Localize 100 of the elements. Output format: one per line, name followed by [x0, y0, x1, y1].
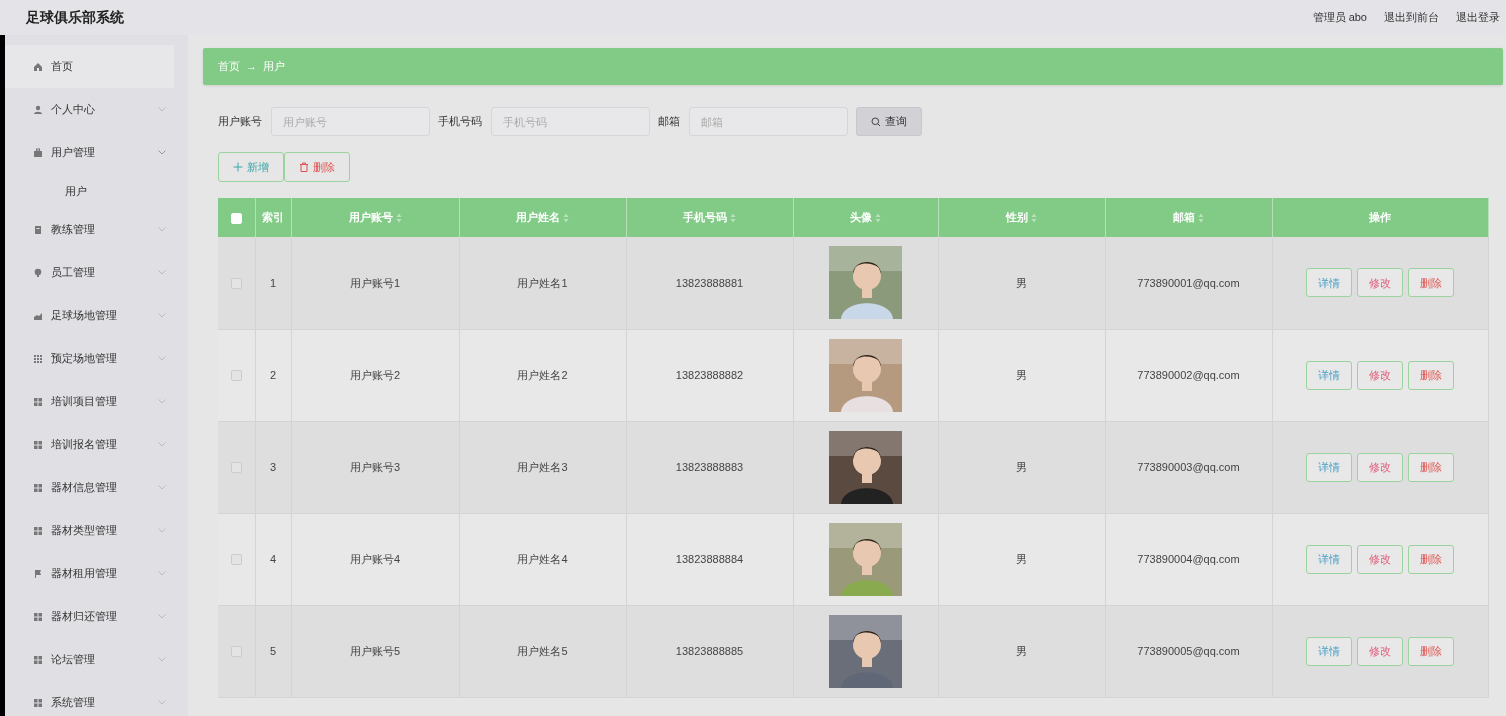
menu-label: 预定场地管理: [51, 351, 118, 367]
table-cell: 4: [269, 552, 277, 565]
apps-icon: [33, 611, 43, 622]
sort-icon[interactable]: [395, 213, 402, 224]
table-cell: 用户姓名5: [517, 644, 568, 657]
menu-label: 教练管理: [51, 222, 96, 238]
menu-item[interactable]: 教练管理: [5, 208, 188, 251]
menu-label: 器材信息管理: [51, 480, 118, 496]
column-header[interactable]: 性别: [1006, 211, 1037, 224]
column-header[interactable]: 用户姓名: [516, 211, 569, 224]
apps-icon: [33, 697, 43, 708]
table-cell: 773890001@qq.com: [1137, 276, 1240, 289]
menu-label: 系统管理: [51, 695, 96, 711]
home-icon: [33, 61, 43, 72]
table-cell: 用户账号4: [349, 552, 401, 565]
header-link[interactable]: 退出到前台: [1384, 9, 1439, 26]
row-checkbox[interactable]: [230, 370, 242, 382]
search-field[interactable]: 邮箱: [689, 107, 848, 136]
grid-icon: [33, 353, 43, 364]
menu-item[interactable]: 用户管理: [5, 131, 188, 174]
edit-button[interactable]: 修改: [1357, 544, 1403, 574]
apps-icon: [33, 396, 43, 407]
menu-label: 培训报名管理: [51, 437, 118, 453]
details-button[interactable]: 详情: [1306, 452, 1352, 482]
menu-label: 培训项目管理: [51, 394, 118, 410]
delete-button[interactable]: 删除: [1408, 636, 1454, 666]
details-button[interactable]: 详情: [1306, 544, 1352, 574]
trash-icon: [299, 162, 309, 172]
edit-button[interactable]: 修改: [1357, 452, 1403, 482]
row-checkbox[interactable]: [230, 462, 242, 474]
table-cell: 男: [1016, 368, 1027, 381]
menu-item[interactable]: 器材归还管理: [5, 595, 188, 638]
details-button[interactable]: 详情: [1306, 360, 1352, 390]
row-checkbox[interactable]: [230, 554, 242, 566]
menu-item[interactable]: 器材租用管理: [5, 552, 188, 595]
column-header[interactable]: 头像: [850, 211, 881, 224]
field-label: 手机号码: [438, 114, 482, 130]
menu-item[interactable]: 首页: [5, 45, 174, 88]
menu-item[interactable]: 培训项目管理: [5, 380, 188, 423]
edit-button[interactable]: 修改: [1357, 360, 1403, 390]
menu-label: 器材租用管理: [51, 566, 118, 582]
breadcrumb-arrow: →: [246, 59, 257, 75]
menu-item[interactable]: 论坛管理: [5, 638, 188, 681]
table-cell: 2: [269, 368, 277, 381]
sort-icon[interactable]: [1198, 213, 1204, 224]
menu-label: 员工管理: [51, 265, 96, 281]
table-cell: 用户账号3: [349, 460, 401, 473]
sort-icon[interactable]: [1031, 213, 1037, 224]
table-cell: 773890004@qq.com: [1137, 552, 1240, 565]
breadcrumb-item[interactable]: 首页: [218, 58, 240, 75]
apps-icon: [33, 525, 43, 536]
menu-item[interactable]: 员工管理: [5, 251, 188, 294]
row-checkbox[interactable]: [230, 646, 242, 658]
menu-item[interactable]: 足球场地管理: [5, 294, 188, 337]
menu-label: 器材类型管理: [51, 523, 118, 539]
column-header[interactable]: 邮箱: [1173, 211, 1204, 224]
table-cell: 用户姓名1: [517, 276, 568, 289]
delete-button[interactable]: 删除: [1408, 452, 1454, 482]
table-cell: 773890005@qq.com: [1137, 644, 1240, 657]
header-link[interactable]: 管理员 abo: [1312, 9, 1367, 26]
menu-item[interactable]: 系统管理: [5, 681, 188, 716]
table-cell: 用户姓名2: [517, 368, 568, 381]
menu-label: 论坛管理: [51, 652, 96, 668]
menu-item[interactable]: 预定场地管理: [5, 337, 188, 380]
menu-item[interactable]: 器材信息管理: [5, 466, 188, 509]
table-cell: 用户账号1: [349, 276, 401, 289]
table-cell: 13823888884: [675, 552, 744, 565]
delete-button[interactable]: 删除: [1408, 360, 1454, 390]
menu-item[interactable]: 器材类型管理: [5, 509, 188, 552]
apps-icon: [33, 482, 43, 493]
sort-icon[interactable]: [730, 213, 736, 224]
header-link[interactable]: 退出登录: [1456, 9, 1500, 26]
add-button[interactable]: 新增: [218, 152, 284, 182]
select-all-checkbox[interactable]: [230, 212, 242, 224]
edit-button[interactable]: 修改: [1357, 268, 1403, 298]
delete-button[interactable]: 删除: [1408, 544, 1454, 574]
details-button[interactable]: 详情: [1306, 636, 1352, 666]
table-cell: 用户姓名3: [517, 460, 568, 473]
table-cell: 13823888881: [675, 276, 744, 289]
search-button[interactable]: 查询: [856, 107, 922, 136]
table-cell: 13823888882: [675, 368, 744, 381]
sort-icon[interactable]: [875, 213, 881, 224]
column-header[interactable]: 用户账号: [348, 211, 402, 224]
breadcrumb-item[interactable]: 用户: [263, 58, 285, 75]
delete-button[interactable]: 删除: [1408, 268, 1454, 298]
table-cell: 男: [1016, 276, 1027, 289]
details-button[interactable]: 详情: [1306, 268, 1352, 298]
column-header[interactable]: 操作: [1369, 211, 1391, 224]
row-checkbox[interactable]: [230, 278, 242, 290]
menu-item[interactable]: 个人中心: [5, 88, 188, 131]
sort-icon[interactable]: [563, 213, 569, 224]
table-cell: 5: [269, 644, 277, 657]
submenu-item[interactable]: 用户: [5, 174, 188, 208]
column-header[interactable]: 手机号码: [683, 211, 736, 224]
table-cell: 用户账号5: [349, 644, 401, 657]
menu-label: 个人中心: [51, 102, 96, 118]
menu-item[interactable]: 培训报名管理: [5, 423, 188, 466]
field-label: 邮箱: [658, 114, 680, 130]
delete-button[interactable]: 删除: [284, 152, 350, 182]
edit-button[interactable]: 修改: [1357, 636, 1403, 666]
